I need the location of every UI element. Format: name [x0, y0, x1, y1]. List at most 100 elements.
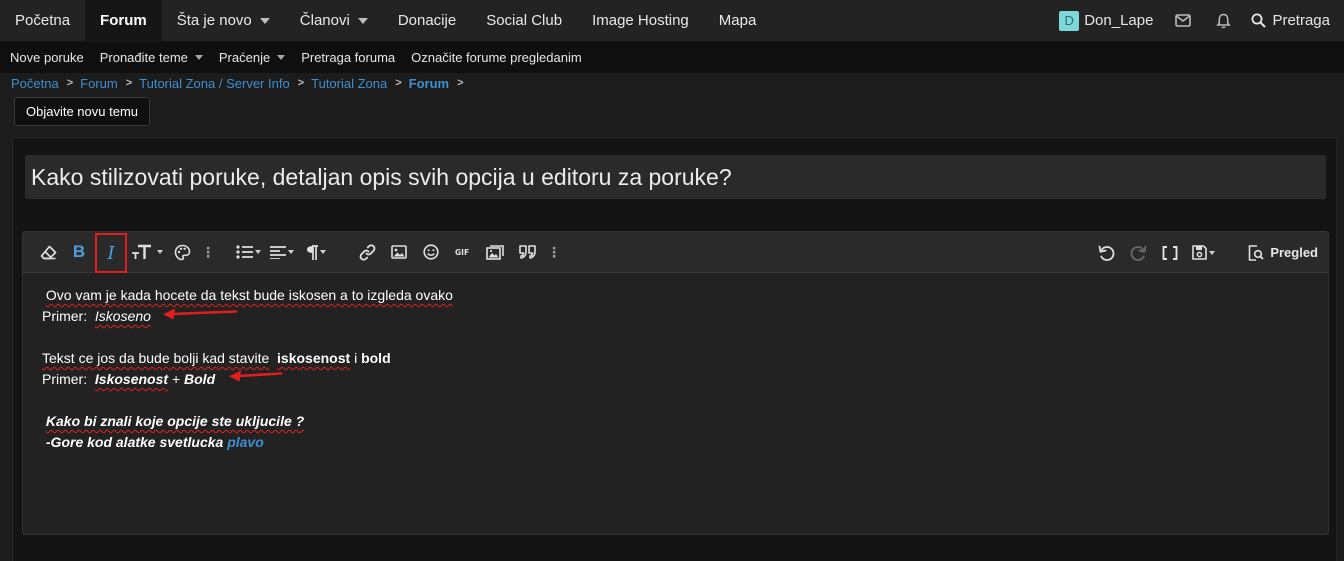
chevron-down-icon[interactable]	[277, 55, 286, 60]
user-menu[interactable]: D Don_Lape	[1049, 10, 1163, 31]
toolbar-right-group: Pregled	[1090, 232, 1318, 273]
nav-tab-image-hosting[interactable]: Image Hosting	[577, 0, 704, 41]
chevron-right-icon: >	[457, 77, 464, 89]
bold-italic-text: -Gore kod alatke svetlucka	[45, 434, 224, 450]
floppy-disk-icon	[1192, 245, 1207, 260]
nav-tab-social-club[interactable]: Social Club	[471, 0, 577, 41]
font-size-button[interactable]	[127, 237, 167, 267]
image-icon	[391, 245, 407, 259]
undo-button[interactable]	[1090, 238, 1122, 268]
svg-text:GIF: GIF	[455, 248, 469, 257]
nav-tab-members[interactable]: Članovi	[285, 0, 383, 41]
thread-compose-panel: Kako stilizovati poruke, detaljan opis s…	[12, 137, 1337, 561]
breadcrumb-link[interactable]: Tutorial Zona / Server Info	[139, 76, 290, 91]
nav-tab-label: Početna	[15, 12, 71, 29]
chevron-down-icon[interactable]	[259, 17, 270, 24]
nav-tab-donations[interactable]: Donacije	[383, 0, 471, 41]
italic-button[interactable]: I	[95, 233, 127, 273]
chevron-right-icon: >	[395, 77, 402, 89]
insert-link-button[interactable]	[351, 237, 383, 267]
nav-tab-label: Social Club	[486, 12, 563, 29]
chevron-right-icon: >	[66, 77, 74, 89]
more-options-icon[interactable]: ⋮	[543, 237, 565, 267]
breadcrumb-link[interactable]: Forum	[409, 76, 449, 91]
drafts-button[interactable]	[1186, 238, 1220, 268]
bold-italic-example: Bold	[184, 371, 216, 387]
insert-media-button[interactable]	[479, 237, 511, 267]
arrow-annotation	[229, 370, 283, 382]
bold-italic-text: Kako bi znali koje opcije ste ukljucile …	[45, 413, 305, 429]
redo-button[interactable]	[1122, 238, 1154, 268]
insert-image-button[interactable]	[383, 237, 415, 267]
search-button[interactable]: Pretraga	[1243, 12, 1344, 29]
username: Don_Lape	[1084, 12, 1154, 29]
content-text: Primer:	[42, 308, 88, 324]
content-text: Primer:	[42, 371, 88, 387]
text-size-icon	[132, 244, 151, 259]
chevron-down-icon	[320, 250, 326, 254]
paragraph-button[interactable]	[299, 237, 333, 267]
align-button[interactable]	[265, 237, 299, 267]
subnav-watched[interactable]: Praćenje	[219, 50, 286, 65]
message-editor: B I ⋮ GIF ⋮ Pregled Ovo vam je kada hoce…	[22, 231, 1329, 535]
nav-tab-label: Donacije	[397, 12, 457, 29]
subnav-find-threads[interactable]: Pronađite teme	[100, 50, 203, 65]
list-button[interactable]	[231, 237, 265, 267]
post-new-thread-button[interactable]: Objavite novu temu	[14, 97, 151, 126]
inbox-button[interactable]	[1163, 0, 1203, 42]
subnav-search-forums[interactable]: Pretraga foruma	[301, 50, 395, 65]
bold-text: bold	[361, 350, 391, 366]
envelope-icon	[1175, 14, 1192, 27]
nav-right-group: D Don_Lape Pretraga	[1049, 0, 1344, 41]
italic-example: Iskoseno	[94, 308, 151, 324]
breadcrumb-link[interactable]: Forum	[80, 76, 118, 91]
nav-tab-home[interactable]: Početna	[0, 0, 85, 41]
content-line: -Gore kod alatke svetlucka plavo	[42, 432, 1328, 453]
nav-tab-label: Šta je novo	[176, 12, 252, 29]
more-options-icon[interactable]: ⋮	[197, 237, 219, 267]
bell-icon	[1216, 13, 1231, 28]
paragraph-icon	[307, 244, 318, 260]
nav-tab-map[interactable]: Mapa	[704, 0, 772, 41]
insert-gif-button[interactable]: GIF	[447, 237, 479, 267]
undo-icon	[1098, 245, 1115, 261]
subnav-label: Nove poruke	[10, 50, 84, 65]
bold-italic-example: Iskosenost	[94, 371, 169, 387]
subnav-label: Označite forume pregledanim	[411, 50, 582, 65]
preview-label: Pregled	[1270, 245, 1318, 260]
chevron-down-icon	[254, 250, 261, 254]
top-navigation: Početna Forum Šta je novo Članovi Donaci…	[0, 0, 1344, 42]
toggle-bbcode-button[interactable]	[1154, 238, 1186, 268]
preview-button[interactable]: Pregled	[1248, 244, 1318, 261]
preview-icon	[1249, 244, 1264, 261]
subnav-new-posts[interactable]: Nove poruke	[10, 50, 84, 65]
thread-title-input[interactable]: Kako stilizovati poruke, detaljan opis s…	[25, 155, 1326, 199]
insert-quote-button[interactable]	[511, 237, 543, 267]
insert-emoji-button[interactable]	[415, 237, 447, 267]
clear-format-button[interactable]	[33, 237, 63, 267]
breadcrumb-link[interactable]: Tutorial Zona	[311, 76, 387, 91]
content-text: +	[171, 371, 181, 387]
chevron-down-icon[interactable]	[194, 55, 203, 60]
content-text: Tekst ce jos da bude bolji kad stavite	[42, 350, 270, 366]
breadcrumb: Početna > Forum > Tutorial Zona / Server I…	[0, 73, 1344, 93]
editor-content[interactable]: Ovo vam je kada hocete da tekst bude isk…	[23, 273, 1328, 453]
list-icon	[235, 245, 253, 259]
chevron-down-icon	[1208, 250, 1215, 255]
bold-text: iskosenost	[277, 350, 351, 366]
quote-icon	[518, 245, 536, 259]
chevron-right-icon: >	[125, 77, 133, 89]
link-icon	[359, 243, 375, 261]
chevron-down-icon[interactable]	[357, 17, 368, 24]
breadcrumb-link[interactable]: Početna	[11, 76, 59, 91]
nav-tab-label: Forum	[100, 12, 147, 29]
nav-tab-forum[interactable]: Forum	[85, 0, 162, 41]
brackets-icon	[1162, 245, 1178, 260]
nav-tab-whats-new[interactable]: Šta je novo	[162, 0, 285, 41]
subnav-label: Pronađite teme	[99, 50, 188, 65]
subnav-mark-read[interactable]: Označite forume pregledanim	[411, 50, 582, 65]
alerts-button[interactable]	[1203, 0, 1243, 42]
bold-button[interactable]: B	[63, 237, 95, 267]
text-color-button[interactable]	[167, 237, 197, 267]
